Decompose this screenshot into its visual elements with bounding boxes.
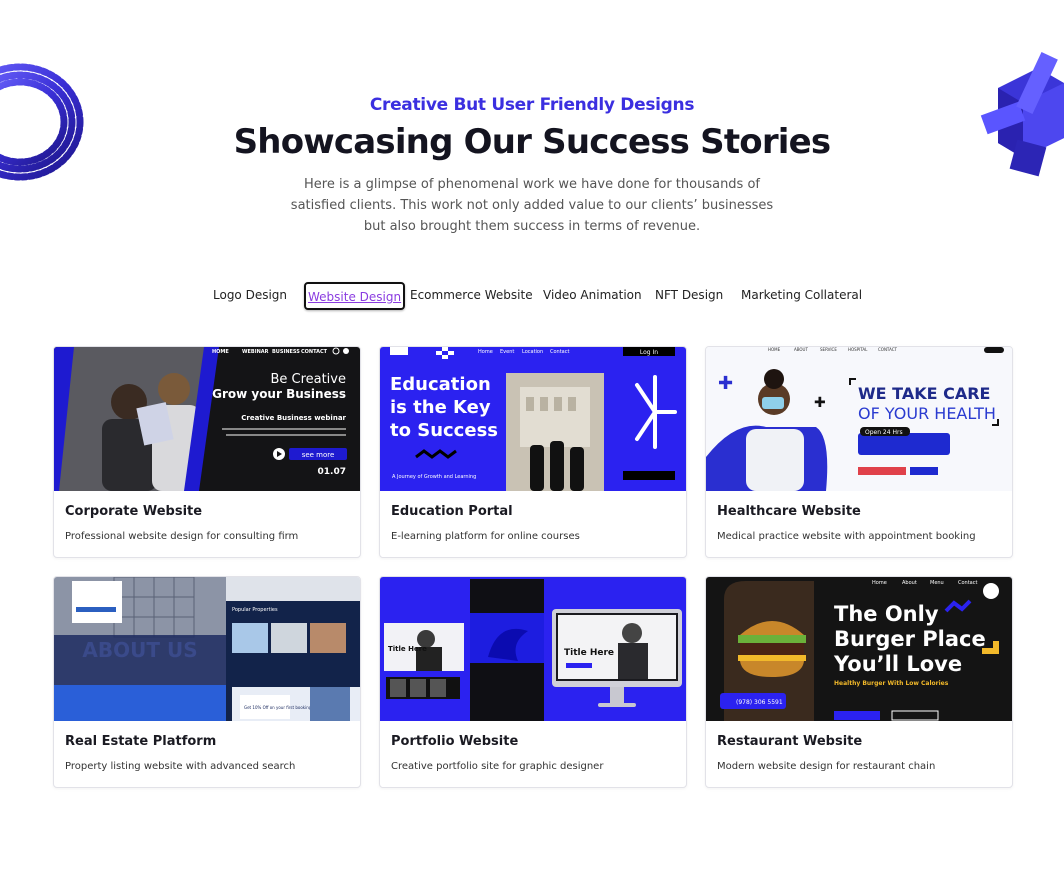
tab-ecommerce-website[interactable]: Ecommerce Website bbox=[410, 282, 533, 310]
thumb-nav-item: Contact bbox=[550, 349, 569, 355]
thumb-nav-item: BUSINESS bbox=[272, 349, 300, 355]
thumb-nav-item: SERVICE bbox=[820, 347, 837, 352]
thumb-nav-item: Menu bbox=[930, 580, 944, 586]
section-title: Showcasing Our Success Stories bbox=[233, 122, 832, 162]
project-thumbnail: ABOUT US Popular Properties Get 10% Off … bbox=[54, 577, 360, 721]
project-card-restaurant[interactable]: Home About Menu Contact (978) 306 5591 T… bbox=[705, 576, 1013, 788]
thumb-tagline: Healthy Burger With Low Calories bbox=[834, 680, 949, 687]
thumb-offer: Get 10% Off on your first booking fee! bbox=[244, 705, 321, 710]
thumb-login: Log In bbox=[640, 349, 658, 356]
thumb-nav-item: Contact bbox=[958, 580, 977, 586]
section-intro: Here is a glimpse of phenomenal work we … bbox=[290, 177, 774, 234]
thumb-headline: Burger Place bbox=[834, 627, 986, 651]
thumb-nav-item: ABOUT bbox=[794, 347, 808, 352]
thumb-nav-item: Home bbox=[872, 580, 887, 586]
thumb-nav-item: Home bbox=[478, 349, 493, 355]
project-card-education[interactable]: Home Event Location Contact Log In Educa… bbox=[379, 346, 687, 558]
thumb-headline: The Only bbox=[834, 602, 939, 626]
svg-text:✚: ✚ bbox=[814, 395, 826, 411]
thumb-line-1: Be Creative bbox=[270, 372, 346, 387]
cube-decoration-icon bbox=[980, 52, 1064, 177]
tab-video-animation[interactable]: Video Animation bbox=[543, 282, 642, 310]
project-thumbnail: Home About Menu Contact (978) 306 5591 T… bbox=[706, 577, 1012, 721]
thumb-line-3: Creative Business webinar bbox=[241, 414, 346, 422]
thumb-nav-item: HOME bbox=[212, 349, 229, 355]
thumb-badge: Open 24 Hrs bbox=[865, 429, 903, 436]
thumb-nav-item: HOME bbox=[768, 347, 781, 352]
card-title: Healthcare Website bbox=[717, 504, 861, 519]
thumb-title: Title Here bbox=[388, 645, 427, 653]
card-description: Modern website design for restaurant cha… bbox=[717, 761, 936, 772]
tab-website-design[interactable]: Website Design bbox=[304, 282, 406, 310]
project-card-real-estate[interactable]: ABOUT US Popular Properties Get 10% Off … bbox=[53, 576, 361, 788]
thumb-nav-item: Location bbox=[522, 349, 543, 355]
section-eyebrow: Creative But User Friendly Designs bbox=[369, 95, 695, 115]
thumb-line-2: Grow your Business bbox=[212, 387, 346, 401]
project-card-portfolio[interactable]: Title Here Title Here Portfolio Website … bbox=[379, 576, 687, 788]
card-title: Portfolio Website bbox=[391, 734, 519, 749]
thumb-headline: is the Key bbox=[390, 397, 491, 418]
tab-nft-design[interactable]: NFT Design bbox=[655, 282, 723, 310]
project-card-healthcare[interactable]: HOME ABOUT SERVICE HOSPITAL CONTACT ✚ ✚ … bbox=[705, 346, 1013, 558]
thumb-title: Title Here bbox=[564, 648, 614, 658]
thumb-headline: OF YOUR HEALTH bbox=[858, 404, 996, 423]
thumb-phone: (978) 306 5591 bbox=[736, 699, 783, 706]
thumb-date: 01.07 bbox=[318, 467, 346, 477]
thumb-nav-item: Event bbox=[500, 349, 514, 355]
thumb-nav-item: HOSPITAL bbox=[848, 347, 868, 352]
thumb-about: ABOUT US bbox=[82, 638, 197, 662]
thumb-nav-item: About bbox=[902, 580, 917, 586]
thumb-headline: to Success bbox=[390, 420, 498, 441]
thumb-nav-item: WEBINAR bbox=[242, 349, 269, 355]
svg-text:✚: ✚ bbox=[718, 373, 733, 394]
project-thumbnail: HOME ABOUT SERVICE HOSPITAL CONTACT ✚ ✚ … bbox=[706, 347, 1012, 491]
category-tabs: Logo Design Website Design Ecommerce Web… bbox=[0, 282, 1064, 312]
project-thumbnail: HOME WEBINAR BUSINESS CONTACT Be Creativ… bbox=[54, 347, 360, 491]
card-title: Restaurant Website bbox=[717, 734, 863, 749]
card-description: Property listing website with advanced s… bbox=[65, 761, 296, 772]
project-thumbnail: Title Here Title Here bbox=[380, 577, 686, 721]
card-title: Corporate Website bbox=[65, 504, 203, 519]
card-description: Creative portfolio site for graphic desi… bbox=[391, 761, 604, 772]
thumb-subtitle: A Journey of Growth and Learning bbox=[392, 474, 476, 480]
thumb-cta: see more bbox=[302, 451, 335, 459]
card-description: E-learning platform for online courses bbox=[391, 531, 580, 542]
thumb-headline: You’ll Love bbox=[833, 652, 962, 676]
project-thumbnail: Home Event Location Contact Log In Educa… bbox=[380, 347, 686, 491]
thumb-nav-item: CONTACT bbox=[878, 347, 898, 352]
thumb-nav-item: CONTACT bbox=[301, 349, 328, 355]
thumb-popular: Popular Properties bbox=[232, 607, 278, 613]
card-description: Medical practice website with appointmen… bbox=[717, 531, 976, 542]
thumb-headline: Education bbox=[390, 374, 491, 395]
project-card-corporate[interactable]: HOME WEBINAR BUSINESS CONTACT Be Creativ… bbox=[53, 346, 361, 558]
card-description: Professional website design for consulti… bbox=[65, 531, 299, 542]
thumb-headline: WE TAKE CARE bbox=[858, 384, 990, 403]
card-title: Real Estate Platform bbox=[65, 734, 217, 749]
tab-logo-design[interactable]: Logo Design bbox=[213, 282, 287, 310]
card-title: Education Portal bbox=[391, 504, 513, 519]
tab-marketing-collateral[interactable]: Marketing Collateral bbox=[741, 282, 862, 310]
coil-decoration-icon bbox=[0, 63, 84, 181]
